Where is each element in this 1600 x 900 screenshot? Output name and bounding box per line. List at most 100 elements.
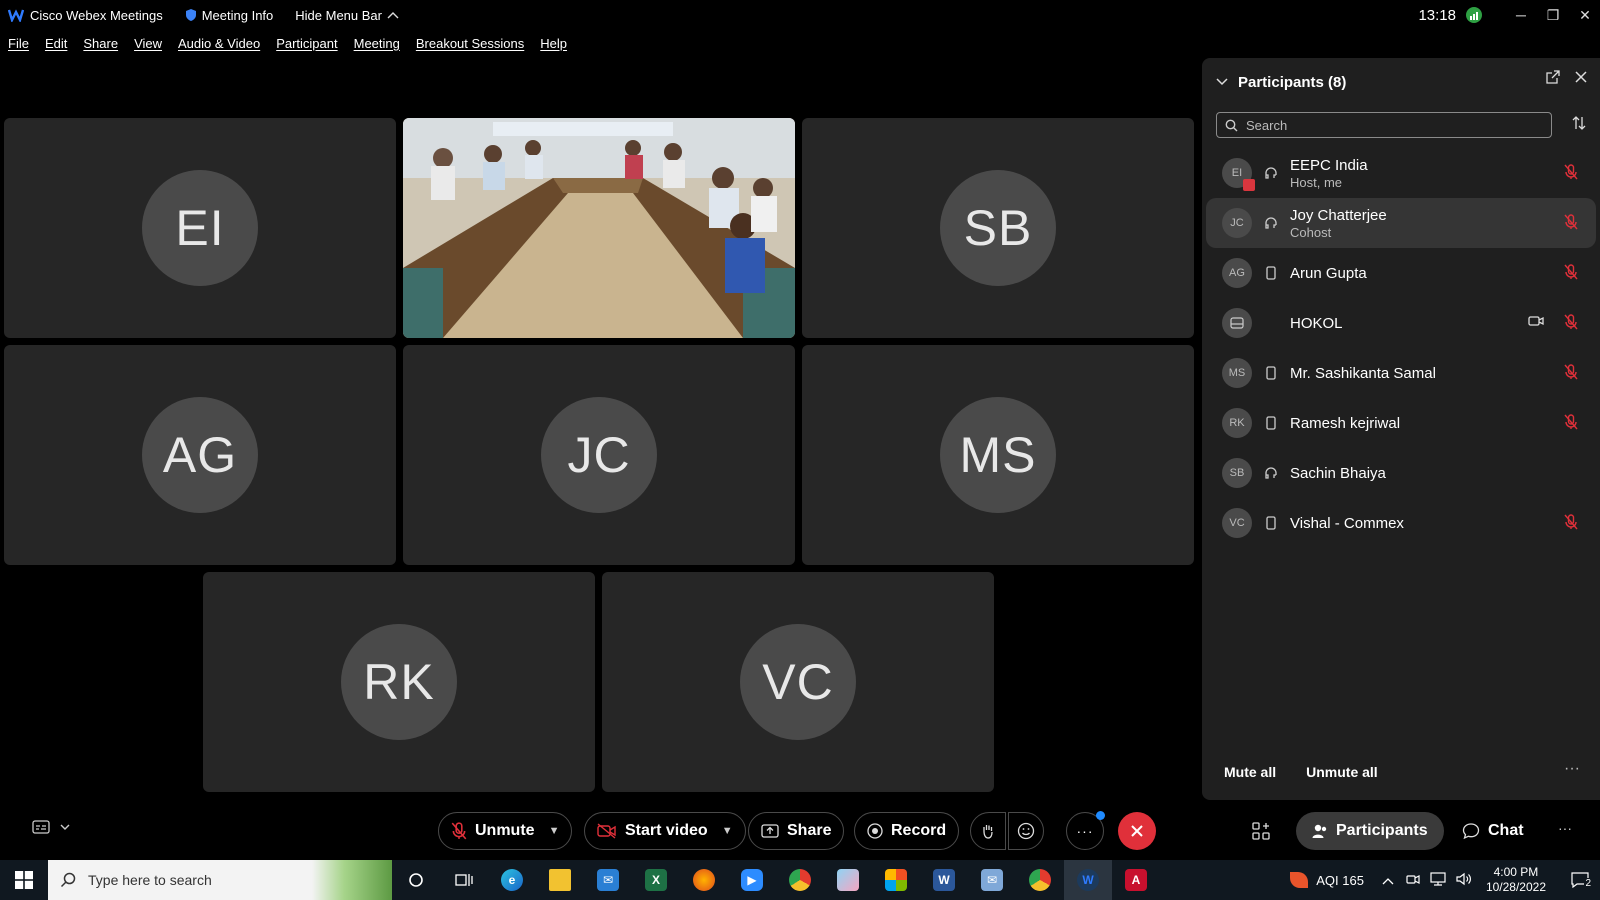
webex-taskbar-icon[interactable]: W [1064,860,1112,900]
avatar: RK [341,624,457,740]
video-tile[interactable]: VC [602,572,994,792]
restore-button[interactable]: ❐ [1538,0,1568,30]
chevron-up-icon[interactable] [1382,873,1394,888]
pop-out-icon[interactable] [1546,70,1560,84]
camera-icon[interactable] [1528,315,1544,327]
avatar: AG [142,397,258,513]
weather-widget[interactable]: AQI 165 [1290,872,1364,888]
participant-role: Host, me [1290,174,1343,190]
participants-panel-header[interactable]: Participants (8) [1216,70,1346,94]
store-icon[interactable] [872,860,920,900]
video-tile[interactable]: RK [203,572,595,792]
video-tile[interactable]: EI [4,118,396,338]
cortana-icon[interactable] [392,860,440,900]
excel-icon[interactable]: X [632,860,680,900]
participant-row[interactable]: SB Sachin Bhaiya [1206,448,1596,498]
participant-row[interactable]: RK Ramesh kejriwal [1206,398,1596,448]
clock[interactable]: 4:00 PM 10/28/2022 [1486,865,1546,895]
menu-file[interactable]: File [8,36,29,51]
more-icon[interactable]: ··· [1558,820,1572,836]
mic-muted-icon[interactable] [1564,414,1578,430]
participant-row[interactable]: VC Vishal - Commex [1206,498,1596,548]
mic-muted-icon[interactable] [1564,364,1578,380]
sort-icon[interactable] [1572,116,1586,133]
paint-icon[interactable] [824,860,872,900]
chevron-down-icon[interactable] [1216,78,1228,86]
record-button[interactable]: Record [854,812,960,850]
conference-room-video [403,118,795,338]
task-view-icon[interactable] [440,860,488,900]
unmute-button[interactable]: Unmute ▼ [438,812,573,850]
chrome-profile-icon[interactable] [1016,860,1064,900]
menu-breakout-sessions[interactable]: Breakout Sessions [416,36,524,51]
mic-muted-icon[interactable] [1564,264,1578,280]
close-window-button[interactable]: ✕ [1570,0,1600,30]
minimize-button[interactable]: ─ [1506,0,1536,30]
leave-meeting-button[interactable] [1118,812,1156,850]
participants-toggle-button[interactable]: Participants [1296,812,1444,850]
close-icon[interactable] [1574,70,1588,84]
menu-audio-video[interactable]: Audio & Video [178,36,260,51]
volume-icon[interactable] [1456,872,1472,889]
zoom-icon[interactable]: ▶ [728,860,776,900]
mail-app-icon[interactable]: ✉ [968,860,1016,900]
taskbar-search-input[interactable]: Type here to search [48,860,392,900]
mic-muted-icon[interactable] [1564,514,1578,530]
mail-icon[interactable]: ✉ [584,860,632,900]
participants-search-input[interactable]: Search [1216,112,1552,138]
participant-row[interactable]: AG Arun Gupta [1206,248,1596,298]
network-icon[interactable] [1430,871,1446,889]
participant-name: Mr. Sashikanta Samal [1290,364,1436,382]
menu-participant[interactable]: Participant [276,36,337,51]
notifications-button[interactable]: 2 [1560,872,1600,889]
more-options-button[interactable]: ··· [1066,811,1105,850]
participant-avatar: EI [1222,158,1255,191]
mic-muted-icon[interactable] [1564,314,1578,330]
menu-meeting[interactable]: Meeting [354,36,400,51]
video-tile[interactable]: SB [802,118,1194,338]
video-tile[interactable]: MS [802,345,1194,565]
participant-row[interactable]: JC Joy Chatterjee Cohost [1206,198,1596,248]
captions-button[interactable] [32,820,70,834]
participant-name: Ramesh kejriwal [1290,414,1401,432]
acrobat-icon[interactable]: A [1112,860,1160,900]
windows-logo-icon [15,871,33,889]
mic-muted-icon[interactable] [1564,214,1578,230]
title-bar: Cisco Webex Meetings Meeting Info Hide M… [0,0,1600,30]
mute-all-button[interactable]: Mute all [1224,764,1276,780]
meeting-info-button[interactable]: Meeting Info [185,8,273,23]
chevron-down-icon[interactable]: ▼ [722,825,733,837]
reactions-button[interactable] [1008,812,1044,850]
video-tile-live[interactable] [403,118,795,338]
more-options-icon[interactable]: ··· [1564,760,1580,778]
meet-now-icon[interactable] [1406,872,1420,889]
hand-icon [983,825,993,839]
chat-button[interactable]: Chat [1462,812,1524,850]
menu-help[interactable]: Help [540,36,567,51]
firefox-icon[interactable] [680,860,728,900]
participant-name: HOKOL [1290,314,1343,332]
video-tile[interactable]: JC [403,345,795,565]
start-video-button[interactable]: Start video ▼ [584,812,746,850]
search-icon [60,872,76,888]
file-explorer-icon[interactable] [536,860,584,900]
participant-row[interactable]: HOKOL [1206,298,1596,348]
video-tile[interactable]: AG [4,345,396,565]
participant-row[interactable]: MS Mr. Sashikanta Samal [1206,348,1596,398]
menu-edit[interactable]: Edit [45,36,67,51]
share-button[interactable]: Share [748,812,845,850]
apps-button[interactable] [1252,822,1270,845]
unmute-all-button[interactable]: Unmute all [1306,764,1378,780]
hide-menu-bar-button[interactable]: Hide Menu Bar [295,8,399,23]
raise-hand-button[interactable] [970,812,1006,850]
start-button[interactable] [0,860,48,900]
search-highlight-illustration [312,860,392,900]
menu-view[interactable]: View [134,36,162,51]
chevron-down-icon[interactable]: ▼ [549,825,560,837]
mic-muted-icon[interactable] [1564,164,1578,180]
menu-share[interactable]: Share [83,36,118,51]
chrome-icon[interactable] [776,860,824,900]
edge-icon[interactable]: e [488,860,536,900]
word-icon[interactable]: W [920,860,968,900]
participant-row[interactable]: EI EEPC India Host, me [1206,148,1596,198]
